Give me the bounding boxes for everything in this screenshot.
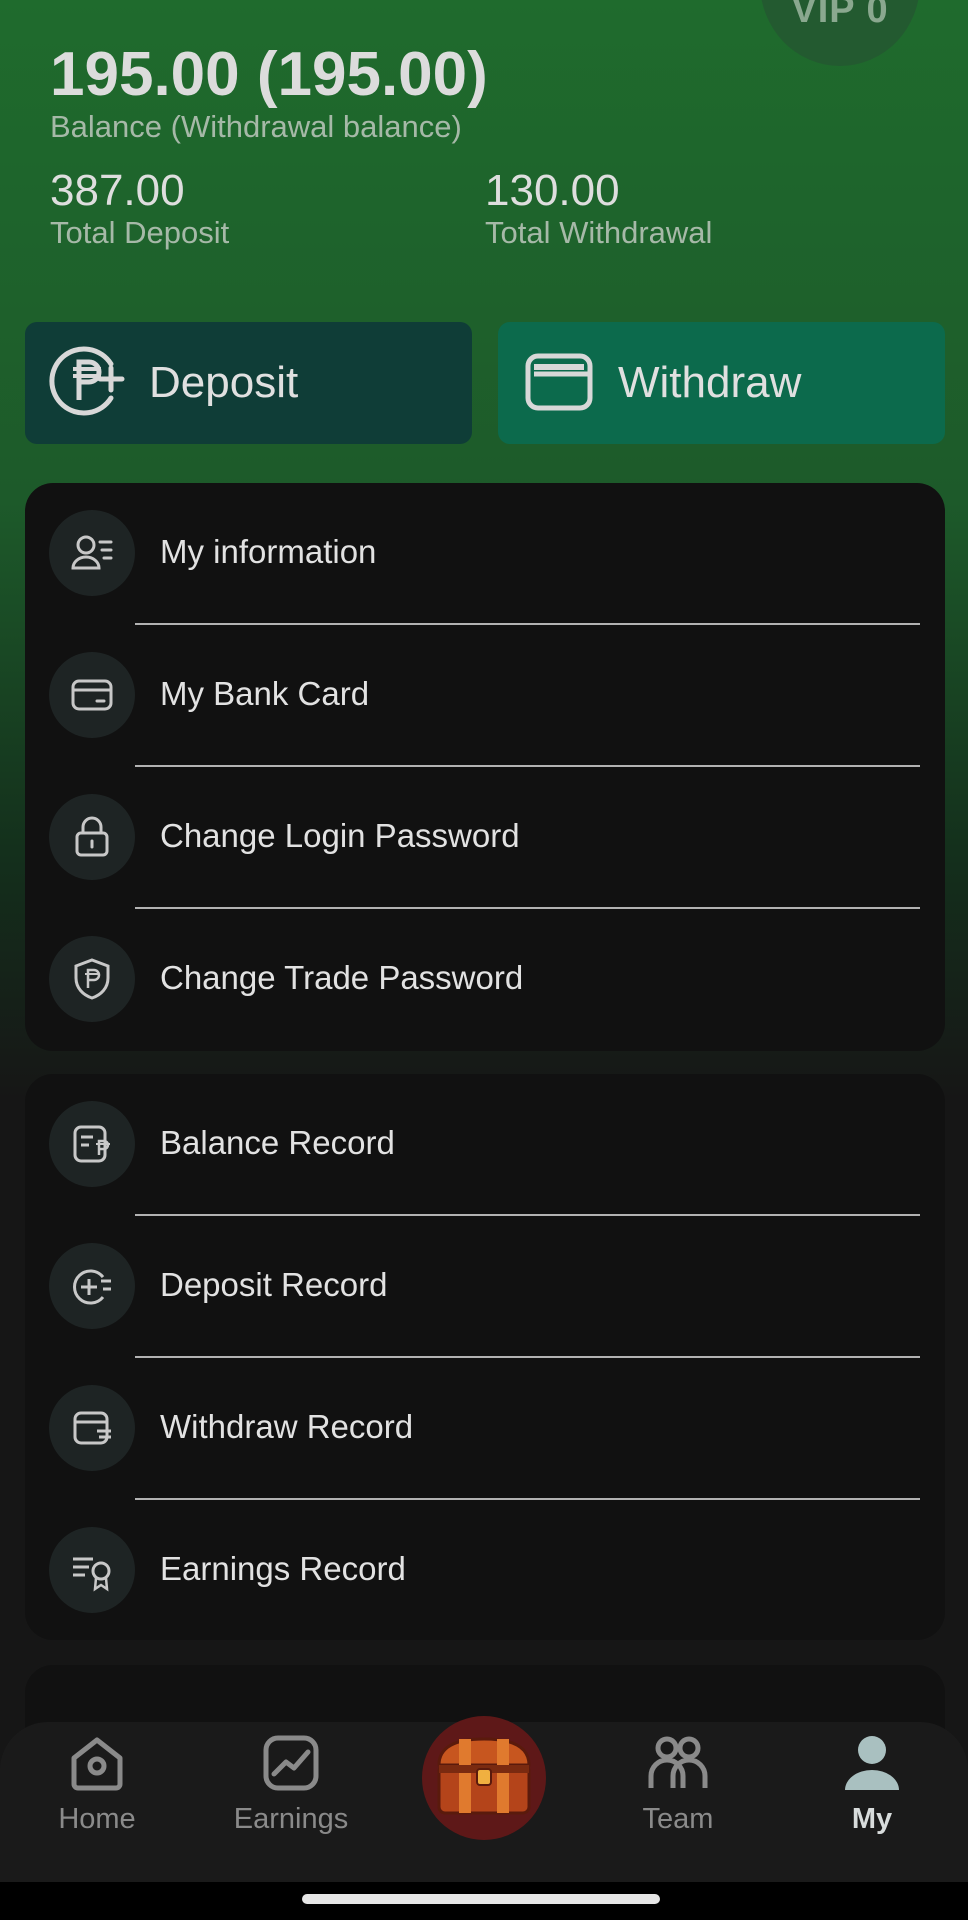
menu-item-label: My information xyxy=(160,533,377,570)
wallet-icon xyxy=(522,344,596,423)
user-icon xyxy=(841,1736,903,1798)
team-icon xyxy=(645,1736,711,1798)
total-withdrawal-stat: 130.00 Total Withdrawal xyxy=(485,166,712,250)
total-deposit-stat: 387.00 Total Deposit xyxy=(50,166,229,250)
menu-item-my-bank-card[interactable]: My Bank Card xyxy=(25,625,945,767)
peso-plus-icon xyxy=(49,342,127,425)
bank-card-icon xyxy=(49,652,135,738)
home-icon xyxy=(66,1737,128,1798)
menu-item-label: Withdraw Record xyxy=(160,1408,414,1445)
total-deposit-label: Total Deposit xyxy=(50,215,230,250)
balance-label: Balance (Withdrawal balance) xyxy=(50,109,462,144)
chart-trend-icon xyxy=(260,1735,322,1798)
menu-item-earnings-record[interactable]: Earnings Record xyxy=(25,1500,945,1640)
nav-earnings-label: Earnings xyxy=(233,1803,349,1835)
menu-item-label: My Bank Card xyxy=(160,675,370,712)
records-menu-card: Balance Record Deposit Record Withdraw R… xyxy=(25,1074,945,1640)
menu-item-balance-record[interactable]: Balance Record xyxy=(25,1074,945,1216)
menu-item-label: Change Trade Password xyxy=(160,959,524,996)
lock-icon xyxy=(49,794,135,880)
nav-home-label: Home xyxy=(58,1803,136,1835)
deposit-record-icon xyxy=(49,1243,135,1329)
withdraw-button-label: Withdraw xyxy=(618,358,802,407)
balance-section: 195.00 (195.00) Balance (Withdrawal bala… xyxy=(50,40,488,144)
treasure-chest-icon xyxy=(429,1731,539,1826)
menu-item-deposit-record[interactable]: Deposit Record xyxy=(25,1216,945,1358)
nav-my[interactable]: My xyxy=(792,1732,952,1836)
total-deposit-value: 387.00 xyxy=(50,166,185,215)
menu-item-change-trade-password[interactable]: Change Trade Password xyxy=(25,909,945,1051)
total-withdrawal-label: Total Withdrawal xyxy=(485,215,713,250)
menu-item-label: Balance Record xyxy=(160,1124,395,1161)
withdraw-record-icon xyxy=(49,1385,135,1471)
menu-item-label: Earnings Record xyxy=(160,1550,406,1587)
user-info-icon xyxy=(49,510,135,596)
vip-label: VIP 0 xyxy=(791,0,889,31)
deposit-button-label: Deposit xyxy=(149,358,299,407)
balance-record-icon xyxy=(49,1101,135,1187)
home-indicator[interactable] xyxy=(302,1894,660,1904)
account-menu-card: My information My Bank Card Change Login… xyxy=(25,483,945,1051)
nav-team[interactable]: Team xyxy=(598,1732,758,1836)
menu-item-withdraw-record[interactable]: Withdraw Record xyxy=(25,1358,945,1500)
nav-team-label: Team xyxy=(642,1803,714,1835)
balance-amount: 195.00 (195.00) xyxy=(50,40,488,109)
nav-home[interactable]: Home xyxy=(17,1732,177,1836)
menu-item-my-information[interactable]: My information xyxy=(25,483,945,625)
withdraw-button[interactable]: Withdraw xyxy=(498,322,945,444)
menu-item-change-login-password[interactable]: Change Login Password xyxy=(25,767,945,909)
menu-item-label: Deposit Record xyxy=(160,1266,388,1303)
menu-item-label: Change Login Password xyxy=(160,817,520,854)
deposit-button[interactable]: Deposit xyxy=(25,322,472,444)
total-withdrawal-value: 130.00 xyxy=(485,166,620,215)
shield-peso-icon xyxy=(49,936,135,1022)
vip-badge: VIP 0 xyxy=(760,0,920,66)
earnings-record-icon xyxy=(49,1527,135,1613)
nav-earnings[interactable]: Earnings xyxy=(211,1732,371,1836)
nav-my-label: My xyxy=(851,1803,893,1835)
treasure-chest-button[interactable] xyxy=(422,1716,546,1840)
